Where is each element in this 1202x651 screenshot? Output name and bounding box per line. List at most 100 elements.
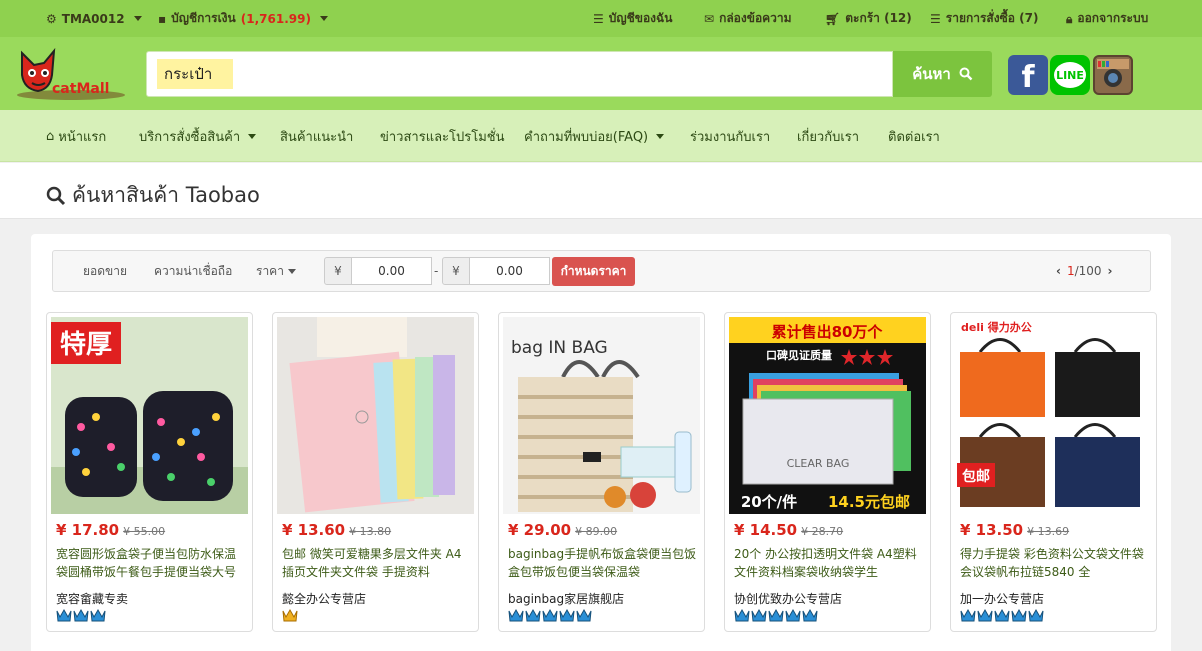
rating-crown-icon	[576, 608, 592, 622]
search-icon	[46, 186, 66, 205]
seller-rating	[734, 608, 818, 623]
facebook-icon[interactable]: f	[1008, 55, 1048, 95]
page-total: /100	[1074, 264, 1102, 278]
nav-item-label: คำถามที่พบบ่อย(FAQ)	[524, 129, 649, 145]
my-account-label: บัญชีของฉัน	[608, 11, 673, 25]
page-current: 1	[1066, 264, 1075, 278]
shop-name[interactable]: 加一办公专营店	[960, 590, 1044, 607]
sort-by-sales[interactable]: ยอดขาย	[83, 251, 127, 291]
logout-label: ออกจากระบบ	[1077, 11, 1149, 25]
nav-item-news[interactable]: ข่าวสารและโปรโมชั่น	[380, 110, 505, 162]
product-image[interactable]: 特厚	[51, 317, 248, 514]
wallet-label: บัญชีการเงิน	[171, 11, 236, 25]
set-price-button[interactable]: กำหนดราคา	[552, 257, 635, 286]
product-card[interactable]: 累计售出80万个 口碑见证质量 CLEAR BAG 20个/件 14.5元包邮 …	[724, 312, 931, 632]
search-button[interactable]: ค้นหา	[893, 51, 992, 97]
shop-name[interactable]: 懿全办公专营店	[282, 590, 366, 607]
logo[interactable]: catMall	[16, 45, 128, 101]
page-title: ค้นหาสินค้า Taobao	[46, 179, 260, 212]
chevron-down-icon	[133, 16, 142, 21]
banner-subtext: 口碑见证质量	[766, 348, 832, 362]
cart-link[interactable]: 🛒︎ ตะกร้า (12)	[825, 0, 912, 37]
sort-by-trust[interactable]: ความน่าเชื่อถือ	[154, 251, 232, 291]
rating-crown-icon	[56, 608, 72, 622]
nav-item-recommended[interactable]: สินค้าแนะนำ	[280, 110, 353, 162]
promo-right: 14.5元包邮	[828, 493, 910, 511]
chevron-down-icon	[656, 133, 665, 139]
product-title[interactable]: 包邮 微笑可爱糖果多层文件夹 A4插页文件夹文件袋 手提资料	[282, 545, 472, 581]
min-price-group: ¥	[324, 257, 432, 285]
max-price-input[interactable]	[470, 257, 550, 285]
sort-by-price[interactable]: ราคา	[256, 251, 296, 291]
price-row: ¥ 13.60 ¥ 13.80	[282, 521, 391, 539]
filter-bar: ยอดขาย ความน่าเชื่อถือ ราคา ¥ - ¥ กำหนดร…	[52, 250, 1151, 292]
wallet-icon: ▪	[158, 11, 167, 26]
min-price-input[interactable]	[352, 257, 432, 285]
shop-name[interactable]: baginbag家居旗舰店	[508, 590, 624, 607]
product-old-price: ¥ 13.80	[349, 525, 392, 538]
product-old-price: ¥ 28.70	[801, 525, 844, 538]
product-old-price: ¥ 55.00	[123, 525, 166, 538]
product-title[interactable]: baginbag手提帆布饭盒袋便当包饭盒包带饭包便当袋保温袋	[508, 545, 698, 581]
inbox-link[interactable]: ✉ กล่องข้อความ	[704, 0, 792, 37]
shop-name[interactable]: 协创优致办公专营店	[734, 590, 842, 607]
product-title[interactable]: 宽容圆形饭盒袋子便当包防水保温袋圆桶带饭午餐包手提便当袋大号	[56, 545, 246, 581]
rating-crown-icon	[1011, 608, 1027, 622]
product-image[interactable]: deli 得力办公 包邮	[955, 317, 1152, 514]
search-input[interactable]	[157, 59, 233, 89]
nav-item-about[interactable]: เกี่ยวกับเรา	[797, 110, 859, 162]
product-card[interactable]: bag IN BAG ¥ 29.00 ¥ 89.00 baginbag手提帆布饭…	[498, 312, 705, 632]
nav-item-faq[interactable]: คำถามที่พบบ่อย(FAQ)	[524, 110, 665, 162]
account-menu[interactable]: ⚙ TMA0012	[46, 0, 142, 37]
shop-name[interactable]: 宽容畲藏专卖	[56, 590, 128, 607]
brand-text: deli 得力办公	[961, 320, 1032, 334]
chevron-down-icon	[248, 133, 257, 139]
seller-rating	[56, 608, 106, 623]
nav-item-contact[interactable]: ติดต่อเรา	[888, 110, 940, 162]
nav-item-label: ติดต่อเรา	[888, 129, 940, 145]
rating-crown-icon	[1028, 608, 1044, 622]
product-image[interactable]: bag IN BAG	[503, 317, 700, 514]
my-account-link[interactable]: ☰ บัญชีของฉัน	[593, 0, 672, 37]
rating-crown-icon	[960, 608, 976, 622]
chevron-right-icon[interactable]: ›	[1108, 264, 1113, 278]
yen-addon: ¥	[442, 257, 470, 285]
search-icon	[959, 67, 973, 81]
product-image[interactable]: 累计售出80万个 口碑见证质量 CLEAR BAG 20个/件 14.5元包邮	[729, 317, 926, 514]
product-image[interactable]	[277, 317, 474, 514]
cart-label: ตะกร้า (12)	[845, 11, 912, 25]
home-icon: ⌂	[46, 128, 55, 144]
search-box	[146, 51, 893, 97]
line-icon[interactable]: LINE	[1050, 55, 1090, 95]
product-card[interactable]: 特厚 ¥ 17.80 ¥ 55.00 宽容圆形饭盒袋子便当包防水保温袋圆桶带饭午…	[46, 312, 253, 632]
promo-left: 20个/件	[741, 493, 797, 511]
product-badge: 包邮	[962, 468, 990, 485]
logout-link[interactable]: 🔒︎ ออกจากระบบ	[1066, 0, 1148, 37]
product-card[interactable]: ¥ 13.60 ¥ 13.80 包邮 微笑可爱糖果多层文件夹 A4插页文件夹文件…	[272, 312, 479, 632]
rating-crown-icon	[785, 608, 801, 622]
product-card[interactable]: deli 得力办公 包邮 ¥ 13.50 ¥ 13.69 得力手提袋 彩色资料公…	[950, 312, 1157, 632]
sort-label: ราคา	[256, 263, 284, 278]
page-title-bar: ค้นหาสินค้า Taobao	[0, 163, 1202, 219]
page-title-text: ค้นหาสินค้า Taobao	[72, 183, 260, 207]
rating-crown-icon	[751, 608, 767, 622]
sort-label: ยอดขาย	[83, 263, 128, 278]
nav-item-careers[interactable]: ร่วมงานกับเรา	[690, 110, 770, 162]
rating-crown-icon	[768, 608, 784, 622]
chevron-left-icon[interactable]: ‹	[1056, 264, 1061, 278]
rating-crown-icon	[802, 608, 818, 622]
wallet-menu[interactable]: ▪ บัญชีการเงิน (1,761.99)	[158, 0, 328, 37]
price-row: ¥ 14.50 ¥ 28.70	[734, 521, 843, 539]
search-button-label: ค้นหา	[912, 65, 951, 83]
chevron-down-icon	[319, 16, 328, 21]
seller-rating	[508, 608, 592, 623]
instagram-icon[interactable]	[1093, 55, 1133, 95]
max-price-group: ¥	[442, 257, 550, 285]
product-title[interactable]: 得力手提袋 彩色资料公文袋文件袋会议袋帆布拉链5840 全	[960, 545, 1150, 581]
product-old-price: ¥ 13.69	[1027, 525, 1070, 538]
product-title[interactable]: 20个 办公按扣透明文件袋 A4塑料文件资料档案袋收纳袋学生	[734, 545, 924, 581]
orders-link[interactable]: ☰ รายการสั่งซื้อ (7)	[930, 0, 1038, 37]
seller-rating	[960, 608, 1044, 623]
nav-item-order-service[interactable]: บริการสั่งซื้อสินค้า	[139, 110, 257, 162]
nav-item-home[interactable]: ⌂ หน้าแรก	[46, 110, 106, 162]
